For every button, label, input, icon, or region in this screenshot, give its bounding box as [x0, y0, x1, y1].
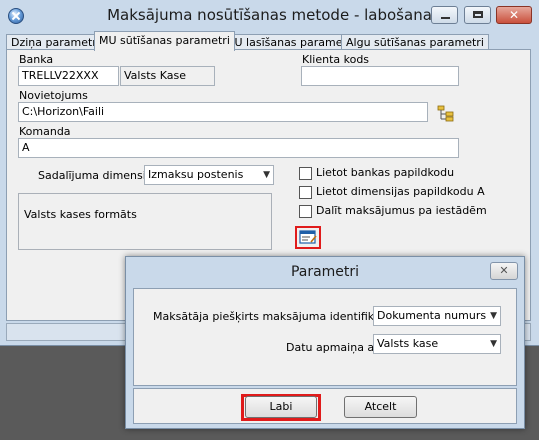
checkbox-bank-extra-code[interactable] — [299, 167, 312, 180]
client-code-field[interactable] — [301, 66, 459, 86]
title-bar[interactable]: Maksājuma nosūtīšanas metode - labošana … — [0, 0, 539, 30]
dialog-footer: Labi Atcelt — [133, 388, 517, 424]
format-group-text: Valsts kases formāts — [24, 208, 137, 221]
payer-id-select[interactable]: Dokumenta numurs ▼ — [373, 306, 501, 326]
dialog-body: Maksātāja piešķirts maksājuma identifika… — [133, 288, 517, 386]
tab-algu-sutisanas-parametri[interactable]: Algu sūtīšanas parametri — [341, 34, 489, 50]
window-title: Maksājuma nosūtīšanas metode - labošana — [107, 6, 432, 24]
payer-id-select-value: Dokumenta numurs — [377, 309, 487, 322]
ok-button[interactable]: Labi — [245, 396, 317, 418]
checkbox-dimension-extra-code-label: Lietot dimensijas papildkodu A — [316, 185, 485, 198]
parameters-dialog: Parametri ✕ Maksātāja piešķirts maksājum… — [125, 256, 525, 429]
command-label: Komanda — [19, 125, 71, 138]
minimize-icon — [441, 17, 450, 19]
dialog-close-button[interactable]: ✕ — [490, 262, 518, 280]
close-icon: ✕ — [508, 8, 520, 22]
edit-parameters-icon — [299, 230, 317, 244]
path-field[interactable]: C:\Horizon\Faili — [18, 102, 428, 122]
checkbox-bank-extra-code-label: Lietot bankas papildkodu — [316, 166, 455, 179]
command-field[interactable]: A — [18, 138, 459, 158]
folder-tree-icon[interactable] — [437, 104, 455, 122]
dimension-select-value: Izmaksu postenis — [148, 168, 244, 181]
tab-mu-sutisanas-parametri[interactable]: MU sūtīšanas parametri — [94, 31, 235, 51]
dialog-title: Parametri — [290, 264, 360, 280]
maximize-button[interactable] — [464, 6, 491, 24]
format-group: Valsts kases formāts — [18, 193, 272, 250]
tab-mu-lasisanas-parametri[interactable]: MU lasīšanas parametri — [220, 34, 360, 50]
checkbox-dimension-extra-code[interactable] — [299, 186, 312, 199]
client-code-label: Klienta kods — [302, 53, 370, 66]
close-icon: ✕ — [499, 264, 509, 277]
chevron-down-icon: ▼ — [490, 311, 497, 321]
dimension-select[interactable]: Izmaksu postenis ▼ — [144, 165, 274, 185]
payer-id-label: Maksātāja piešķirts maksājuma identifika… — [153, 310, 406, 323]
close-button[interactable]: ✕ — [496, 6, 532, 24]
cancel-button[interactable]: Atcelt — [344, 396, 417, 418]
chevron-down-icon: ▼ — [490, 339, 497, 349]
dimension-label: Sadalījuma dimensija: — [38, 169, 160, 182]
edit-parameters-button[interactable] — [295, 226, 321, 249]
bank-code-field[interactable]: TRELLV22XXX — [18, 66, 119, 86]
chevron-down-icon: ▼ — [263, 170, 270, 180]
exchange-select-value: Valsts kase — [377, 337, 439, 350]
checkbox-split-by-institution-label: Dalīt maksājumus pa iestādēm — [316, 204, 487, 217]
minimize-button[interactable] — [431, 6, 458, 24]
tab-dzina-parametri[interactable]: Dziņa parametri — [6, 34, 105, 50]
path-label: Novietojums — [19, 89, 88, 102]
bank-name-field: Valsts Kase — [120, 66, 215, 86]
exchange-select[interactable]: Valsts kase ▼ — [373, 334, 501, 354]
checkbox-split-by-institution[interactable] — [299, 205, 312, 218]
bank-label: Banka — [19, 53, 54, 66]
maximize-icon — [473, 11, 483, 18]
exchange-label: Datu apmaiņa ar: — [286, 341, 383, 354]
